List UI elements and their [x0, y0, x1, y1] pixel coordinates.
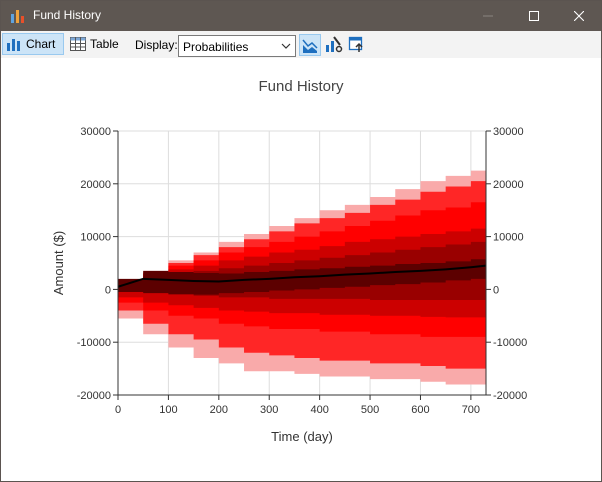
y-tick-label-right: 0 — [493, 284, 499, 296]
x-tick-label: 0 — [115, 404, 121, 416]
close-button[interactable] — [556, 1, 602, 31]
display-select-value: Probabilities — [183, 40, 249, 54]
table-view-button[interactable]: Table — [66, 33, 122, 55]
y-tick-label-left: 0 — [105, 284, 111, 296]
chart-view-label: Chart — [26, 37, 56, 51]
y-tick-label-right: 10000 — [493, 232, 524, 244]
y-tick-label-right: -10000 — [493, 337, 527, 349]
fund-history-chart: 0 100 200 300 400 500 600 700 -20000 -20000 -10000… — [51, 126, 527, 444]
chart-settings-icon — [326, 36, 343, 53]
y-tick-label-left: 30000 — [80, 126, 111, 138]
x-tick-label: 100 — [159, 404, 177, 416]
chevron-down-icon — [281, 43, 291, 49]
y-tick-label-left: -10000 — [77, 337, 111, 349]
bar-chart-icon — [7, 39, 20, 51]
minimize-button[interactable] — [465, 1, 511, 31]
maximize-icon — [529, 11, 539, 21]
chart-view-button[interactable]: Chart — [2, 33, 64, 55]
table-view-label: Table — [90, 37, 119, 51]
y-tick-label-right: 30000 — [493, 126, 524, 138]
table-icon — [70, 37, 86, 51]
y-tick-label-left: 10000 — [80, 232, 111, 244]
x-axis-title: Time (day) — [271, 429, 333, 444]
close-icon — [574, 11, 584, 21]
minimize-icon — [483, 15, 493, 17]
chart-type-button[interactable] — [299, 34, 321, 56]
fund-history-window: Fund History Chart Table Display: Probab… — [0, 0, 602, 482]
display-label: Display: — [135, 38, 178, 52]
y-tick-label-left: -20000 — [77, 390, 111, 402]
y-tick-label-left: 20000 — [80, 179, 111, 191]
x-tick-label: 300 — [260, 404, 278, 416]
x-tick-label: 700 — [462, 404, 480, 416]
area-chart-icon — [302, 39, 318, 53]
chart-options-button[interactable] — [323, 34, 345, 56]
export-icon — [348, 36, 363, 52]
x-tick-label: 200 — [210, 404, 228, 416]
y-tick-label-right: 20000 — [493, 179, 524, 191]
x-tick-label: 400 — [310, 404, 328, 416]
chart-area: Fund History 0 100 200 300 400 500 600 700 -2000… — [1, 58, 601, 481]
bar-chart-app-icon — [11, 10, 24, 23]
x-tick-label: 500 — [361, 404, 379, 416]
export-button[interactable] — [347, 34, 369, 56]
y-tick-label-right: -20000 — [493, 390, 527, 402]
y-axis-title: Amount ($) — [51, 231, 66, 295]
maximize-button[interactable] — [511, 1, 557, 31]
display-select[interactable]: Probabilities — [178, 35, 296, 57]
window-title: Fund History — [33, 8, 102, 22]
title-bar: Fund History — [1, 1, 601, 31]
x-tick-label: 600 — [411, 404, 429, 416]
